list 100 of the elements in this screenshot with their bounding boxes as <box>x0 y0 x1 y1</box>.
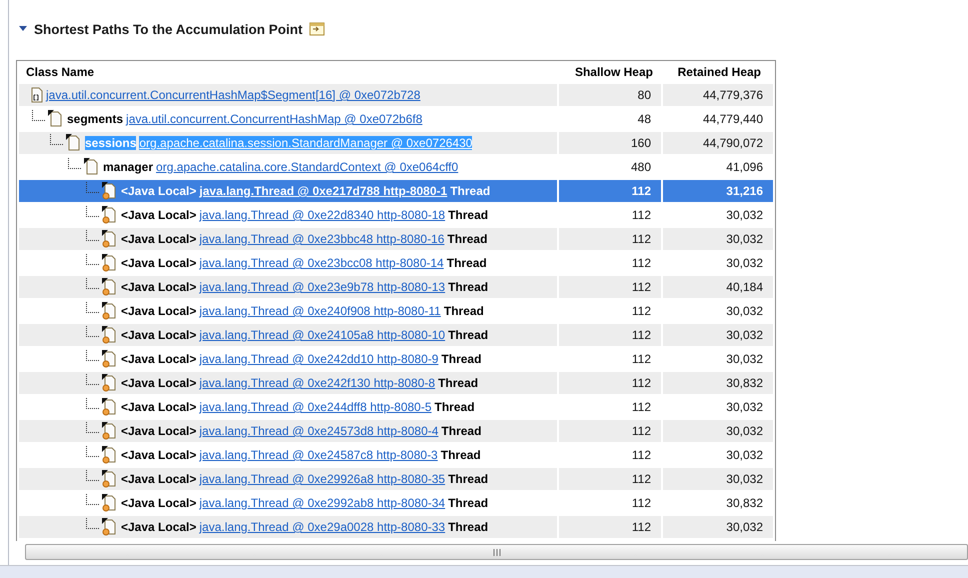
thread-icon <box>102 230 118 248</box>
field-name: <Java Local> <box>121 376 196 390</box>
tree-row[interactable]: <Java Local> java.lang.Thread @ 0xe29926a8 http-8080-35 Thread <box>19 468 557 490</box>
thread-icon <box>102 350 118 368</box>
thread-icon <box>102 302 118 320</box>
field-name: <Java Local> <box>121 208 196 222</box>
field-name: <Java Local> <box>121 400 196 414</box>
object-type: Thread <box>446 256 487 270</box>
grip-icon <box>492 548 500 556</box>
document-icon <box>66 134 82 152</box>
object-link[interactable]: java.lang.Thread @ 0xe240f908 http-8080-11 <box>199 304 441 318</box>
thread-icon <box>102 446 118 464</box>
field-name: <Java Local> <box>121 352 196 366</box>
thread-icon <box>102 182 118 200</box>
shallow-heap-cell: 112 <box>559 276 661 298</box>
shallow-heap-cell: 112 <box>559 372 661 394</box>
field-name: <Java Local> <box>121 232 196 246</box>
object-link[interactable]: java.lang.Thread @ 0xe242f130 http-8080-8 <box>199 376 436 390</box>
field-name: segments <box>67 112 124 126</box>
object-type: Thread <box>448 208 488 222</box>
tree-row[interactable]: java.util.concurrent.ConcurrentHashMap$Segment[16] @ 0xe072b728 <box>19 84 557 106</box>
retained-heap-cell: 44,779,376 <box>663 84 773 106</box>
field-name: <Java Local> <box>121 424 196 438</box>
object-link[interactable]: java.lang.Thread @ 0xe23bbc48 http-8080-16 <box>199 232 444 246</box>
document-icon <box>84 158 100 176</box>
tree-row[interactable]: <Java Local> java.lang.Thread @ 0xe23bbc48 http-8080-16 Thread <box>19 228 557 250</box>
object-link[interactable]: java.lang.Thread @ 0xe24105a8 http-8080-10 <box>199 328 446 342</box>
thread-icon <box>102 398 118 416</box>
retained-heap-cell: 40,184 <box>663 276 773 298</box>
thread-icon <box>102 518 118 536</box>
retained-heap-cell: 30,832 <box>663 372 773 394</box>
object-link[interactable]: java.lang.Thread @ 0xe2992ab8 http-8080-34 <box>199 496 446 510</box>
retained-heap-cell: 30,032 <box>663 420 773 442</box>
thread-icon <box>102 278 118 296</box>
shallow-heap-cell: 112 <box>559 420 661 442</box>
column-header[interactable]: Shallow Heap <box>559 65 663 79</box>
object-link[interactable]: java.lang.Thread @ 0xe24587c8 http-8080-3 <box>199 448 438 462</box>
object-type: Thread <box>448 328 488 342</box>
field-name: <Java Local> <box>121 256 196 270</box>
object-type: Thread <box>447 232 488 246</box>
thread-icon <box>102 254 118 272</box>
tree-row[interactable]: <Java Local> java.lang.Thread @ 0xe217d788 http-8080-1 Thread <box>19 180 557 202</box>
tree-row[interactable]: <Java Local> java.lang.Thread @ 0xe23e9b78 http-8080-13 Thread <box>19 276 557 298</box>
field-name: <Java Local> <box>121 280 196 294</box>
object-link[interactable]: java.lang.Thread @ 0xe242dd10 http-8080-9 <box>199 352 438 366</box>
object-type: Thread <box>448 280 488 294</box>
object-link[interactable]: java.lang.Thread @ 0xe23bcc08 http-8080-14 <box>199 256 444 270</box>
field-name: <Java Local> <box>121 520 196 534</box>
shallow-heap-cell: 112 <box>559 516 661 538</box>
object-type: Thread <box>448 520 488 534</box>
thread-icon <box>102 326 118 344</box>
retained-heap-cell: 44,790,072 <box>663 132 773 154</box>
retained-heap-cell: 30,032 <box>663 516 773 538</box>
field-name: sessions <box>85 136 136 150</box>
object-type: Thread <box>440 448 481 462</box>
field-name: <Java Local> <box>121 184 196 198</box>
window-icon[interactable] <box>308 22 325 36</box>
shallow-heap-cell: 112 <box>559 180 661 202</box>
object-type: Thread <box>448 472 488 486</box>
object-link[interactable]: java.util.concurrent.ConcurrentHashMap @ 0xe072b6f8 <box>126 112 422 126</box>
object-type: Thread <box>444 304 484 318</box>
retained-heap-cell: 30,032 <box>663 228 773 250</box>
object-link[interactable]: java.lang.Thread @ 0xe217d788 http-8080-1 <box>199 184 448 198</box>
shallow-heap-cell: 80 <box>559 84 661 106</box>
object-type: Thread <box>438 376 478 390</box>
shallow-heap-cell: 112 <box>559 324 661 346</box>
object-link[interactable]: org.apache.catalina.core.StandardContext @ 0xe064cff0 <box>156 160 458 174</box>
column-header[interactable]: Class Name <box>17 65 559 79</box>
object-link[interactable]: java.lang.Thread @ 0xe22d8340 http-8080-18 <box>199 208 446 222</box>
tree-row[interactable]: <Java Local> java.lang.Thread @ 0xe24105a8 http-8080-10 Thread <box>19 324 557 346</box>
tree-row[interactable]: <Java Local> java.lang.Thread @ 0xe29a0028 http-8080-33 Thread <box>19 516 557 538</box>
object-link[interactable]: java.lang.Thread @ 0xe24573d8 http-8080-4 <box>199 424 438 438</box>
object-type: Thread <box>434 400 475 414</box>
tree-row[interactable]: <Java Local> java.lang.Thread @ 0xe242f130 http-8080-8 Thread <box>19 372 557 394</box>
object-link[interactable]: java.lang.Thread @ 0xe29a0028 http-8080-33 <box>199 520 446 534</box>
field-name: <Java Local> <box>121 496 196 510</box>
column-header[interactable]: Retained Heap <box>663 65 771 79</box>
array-icon <box>29 86 43 104</box>
horizontal-scrollbar[interactable] <box>25 544 968 560</box>
thread-icon <box>102 422 118 440</box>
retained-heap-cell: 30,032 <box>663 324 773 346</box>
field-name: <Java Local> <box>121 448 196 462</box>
object-link[interactable]: java.lang.Thread @ 0xe23e9b78 http-8080-13 <box>199 280 446 294</box>
object-type: Thread <box>441 352 482 366</box>
field-name: <Java Local> <box>121 328 196 342</box>
field-name: <Java Local> <box>121 472 196 486</box>
object-link[interactable]: java.util.concurrent.ConcurrentHashMap$Segment[16] @ 0xe072b728 <box>46 88 420 102</box>
retained-heap-cell: 31,216 <box>663 180 773 202</box>
shallow-heap-cell: 160 <box>559 132 661 154</box>
field-name: <Java Local> <box>121 304 196 318</box>
object-link[interactable]: java.lang.Thread @ 0xe29926a8 http-8080-35 <box>199 472 446 486</box>
retained-heap-cell: 30,032 <box>663 468 773 490</box>
object-link[interactable]: java.lang.Thread @ 0xe244dff8 http-8080-5 <box>199 400 432 414</box>
object-type: Thread <box>448 496 488 510</box>
tree-row[interactable]: <Java Local> java.lang.Thread @ 0xe24573d8 http-8080-4 Thread <box>19 420 557 442</box>
collapse-arrow-icon[interactable] <box>18 25 28 33</box>
section-title: Shortest Paths To the Accumulation Point <box>34 22 303 36</box>
document-icon <box>48 110 64 128</box>
thread-icon <box>102 470 118 488</box>
object-type: Thread <box>450 184 490 198</box>
